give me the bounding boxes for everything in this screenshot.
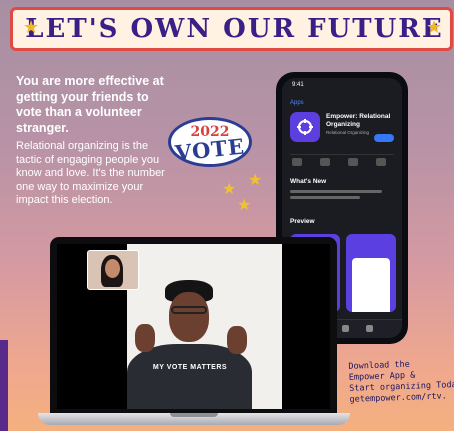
pip-video bbox=[87, 250, 139, 290]
left-edge-strip bbox=[0, 340, 8, 431]
laptop-mockup: MY VOTE MATTERS bbox=[50, 237, 337, 413]
body-text: Relational organizing is the tactic of e… bbox=[16, 140, 165, 206]
rating-stat bbox=[292, 158, 302, 166]
left-hand bbox=[135, 324, 155, 352]
app-name: Empower: Relational Organizing bbox=[326, 113, 391, 128]
banner-title: LET'S OWN OUR FUTURE bbox=[25, 14, 444, 44]
laptop-notch bbox=[170, 413, 218, 417]
banner-star-left-icon: ★ bbox=[23, 17, 40, 38]
release-note-line bbox=[290, 196, 360, 199]
decor-star-icon: ★ bbox=[222, 179, 237, 198]
app-icon bbox=[290, 112, 320, 142]
glasses bbox=[171, 306, 207, 314]
status-time: 9:41 bbox=[292, 82, 304, 88]
category-stat bbox=[348, 158, 358, 166]
preview-heading: Preview bbox=[290, 218, 315, 225]
back-link[interactable]: Apps bbox=[290, 100, 304, 106]
tab-apps-icon[interactable] bbox=[342, 325, 349, 332]
whats-new-heading: What's New bbox=[290, 178, 327, 185]
developer-stat bbox=[376, 158, 386, 166]
headline: You are more effective at getting your f… bbox=[16, 74, 164, 135]
shirt-text: MY VOTE MATTERS bbox=[152, 364, 228, 371]
age-stat bbox=[320, 158, 330, 166]
callout-url[interactable]: getempower.com/rtv. bbox=[349, 391, 454, 406]
empower-logo-icon bbox=[297, 119, 313, 135]
right-hand bbox=[227, 326, 247, 354]
title-banner: ★ LET'S OWN OUR FUTURE ★ bbox=[10, 7, 453, 51]
release-note-line bbox=[290, 190, 382, 193]
tab-search-icon[interactable] bbox=[366, 325, 373, 332]
vote-badge: 2022 VOTE bbox=[168, 117, 252, 167]
person-face bbox=[169, 292, 209, 342]
poster: ★ LET'S OWN OUR FUTURE ★ You are more ef… bbox=[0, 0, 454, 431]
app-subtitle: Relational Organizing bbox=[326, 130, 370, 135]
banner-star-right-icon: ★ bbox=[425, 17, 442, 38]
intro-copy: You are more effective at getting your f… bbox=[16, 74, 176, 208]
download-callout: Download the Empower App & Start organiz… bbox=[348, 358, 454, 406]
decor-star-icon: ★ bbox=[237, 195, 252, 214]
decor-star-icon: ★ bbox=[248, 170, 263, 189]
get-button[interactable] bbox=[374, 134, 394, 142]
preview-screenshot[interactable] bbox=[346, 234, 396, 312]
video-right-band bbox=[282, 244, 330, 409]
app-stats bbox=[290, 154, 394, 171]
video-call: MY VOTE MATTERS bbox=[57, 244, 330, 409]
